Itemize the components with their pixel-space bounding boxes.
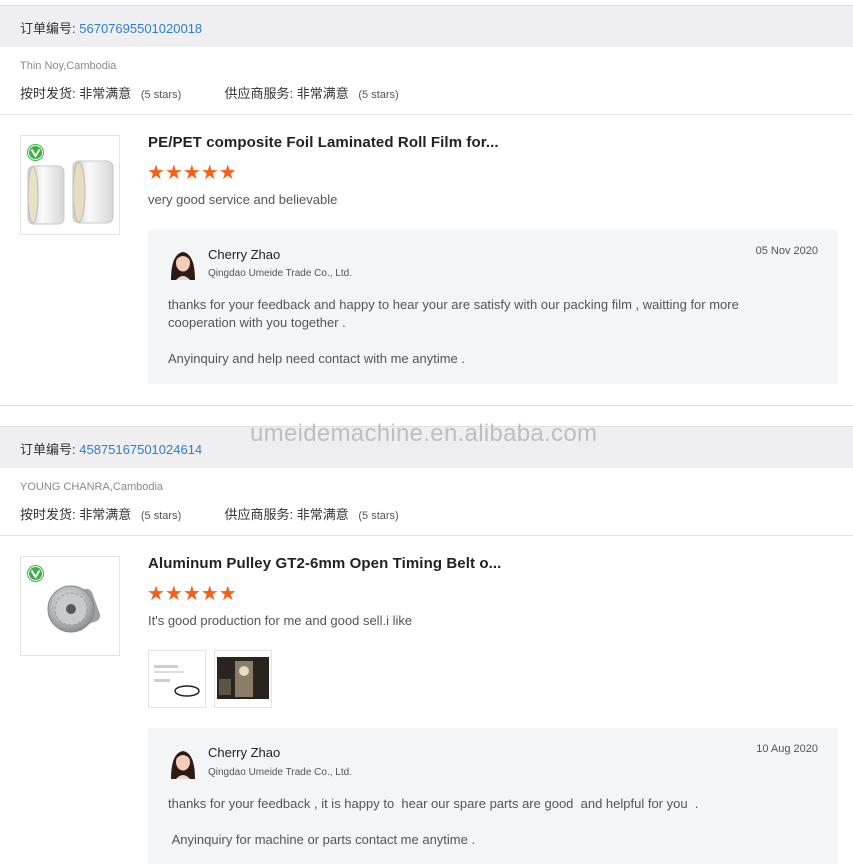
supplier-reply: Cherry Zhao Qingdao Umeide Trade Co., Lt… bbox=[148, 728, 838, 864]
service-label: 供应商服务: bbox=[224, 86, 294, 101]
divider bbox=[0, 535, 853, 536]
divider bbox=[0, 405, 853, 406]
verified-badge-icon bbox=[27, 565, 44, 582]
seller-ratings: 按时发货: 非常满意 (5 stars) 供应商服务: 非常满意 (5 star… bbox=[20, 83, 399, 102]
order-number-link[interactable]: 45875167501024614 bbox=[79, 442, 202, 457]
avatar bbox=[168, 747, 198, 779]
buyer-comment: It's good production for me and good sel… bbox=[148, 613, 413, 628]
verified-badge-icon bbox=[27, 144, 44, 161]
review-photo[interactable] bbox=[214, 650, 272, 708]
reply-author-name: Cherry Zhao bbox=[208, 745, 281, 760]
ontime-label: 按时发货: bbox=[20, 507, 76, 522]
product-thumbnail[interactable] bbox=[20, 135, 120, 235]
order-number-link[interactable]: 56707695501020018 bbox=[79, 21, 202, 36]
seller-ratings: 按时发货: 非常满意 (5 stars) 供应商服务: 非常满意 (5 star… bbox=[20, 504, 399, 523]
product-title[interactable]: Aluminum Pulley GT2-6mm Open Timing Belt… bbox=[148, 555, 501, 572]
reply-text: thanks for your feedback , it is happy t… bbox=[168, 796, 699, 847]
avatar bbox=[168, 248, 198, 280]
ontime-value: 非常满意 bbox=[79, 507, 132, 522]
product-title[interactable]: PE/PET composite Foil Laminated Roll Fil… bbox=[148, 134, 499, 151]
star-rating: ★★★★★ bbox=[147, 583, 237, 605]
reply-author-company: Qingdao Umeide Trade Co., Ltd. bbox=[208, 268, 352, 279]
order-number-row: 订单编号: 56707695501020018 bbox=[20, 18, 202, 37]
service-label: 供应商服务: bbox=[224, 507, 294, 522]
ontime-value: 非常满意 bbox=[79, 86, 132, 101]
reply-author-company: Qingdao Umeide Trade Co., Ltd. bbox=[208, 767, 352, 778]
ontime-label: 按时发货: bbox=[20, 86, 76, 101]
supplier-reply: Cherry Zhao Qingdao Umeide Trade Co., Lt… bbox=[148, 230, 838, 384]
divider bbox=[0, 114, 853, 115]
order-number-label: 订单编号: bbox=[20, 21, 76, 36]
ontime-stars: (5 stars) bbox=[140, 510, 182, 522]
service-value: 非常满意 bbox=[296, 86, 349, 101]
order-number-label: 订单编号: bbox=[20, 442, 76, 457]
star-rating: ★★★★★ bbox=[147, 162, 237, 184]
watermark: umeidemachine.en.alibaba.com bbox=[250, 420, 598, 447]
reply-date: 05 Nov 2020 bbox=[755, 245, 818, 257]
buyer-name: Thin Noy,Cambodia bbox=[20, 60, 117, 72]
service-value: 非常满意 bbox=[296, 507, 349, 522]
service-stars: (5 stars) bbox=[358, 89, 399, 101]
product-thumbnail[interactable] bbox=[20, 556, 120, 656]
buyer-name: YOUNG CHANRA,Cambodia bbox=[20, 481, 164, 493]
service-stars: (5 stars) bbox=[358, 510, 399, 522]
ontime-stars: (5 stars) bbox=[140, 89, 182, 101]
buyer-comment: very good service and believable bbox=[148, 192, 338, 207]
order-header: 订单编号: 56707695501020018 bbox=[0, 5, 853, 47]
reply-date: 10 Aug 2020 bbox=[756, 743, 818, 755]
order-number-row: 订单编号: 45875167501024614 bbox=[20, 439, 202, 458]
review-photo[interactable] bbox=[148, 650, 206, 708]
reply-text: thanks for your feedback and happy to he… bbox=[168, 297, 739, 366]
reply-author-name: Cherry Zhao bbox=[208, 247, 281, 262]
